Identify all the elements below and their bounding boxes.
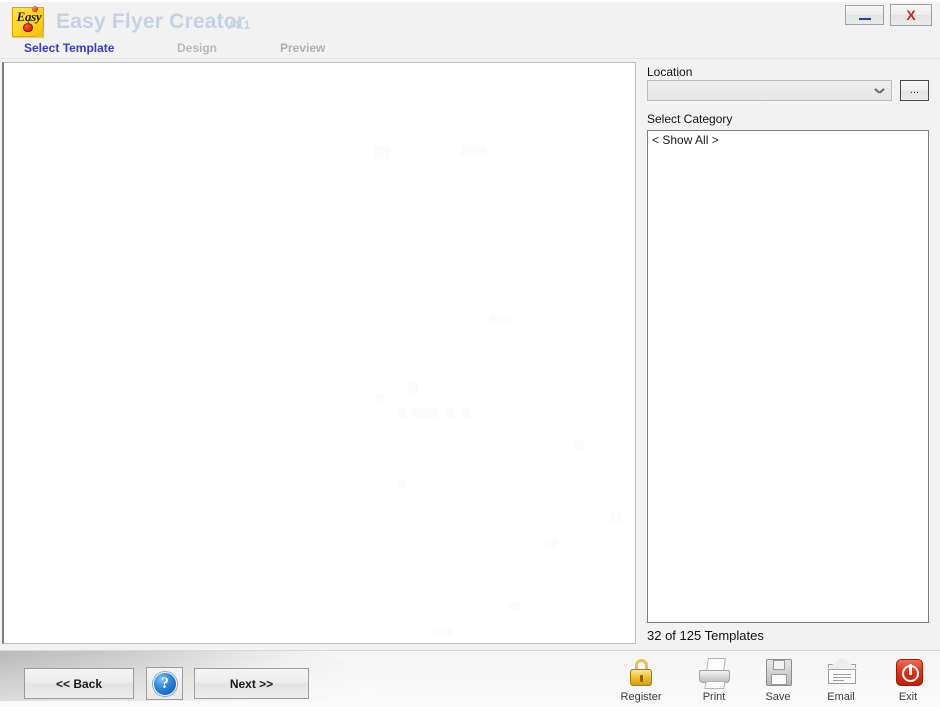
app-logo-icon: Easy [12,6,44,37]
template-thumbnail-artifact [375,394,384,403]
minimize-button[interactable] [845,5,884,25]
step-design[interactable]: Design [177,41,217,55]
envelope-icon [812,656,870,690]
next-button[interactable]: Next >> [194,668,309,699]
template-thumbnail-artifact [412,408,438,418]
title-bar-hairline [0,0,940,2]
print-button[interactable]: Print [685,656,743,704]
template-thumbnail-artifact [508,602,520,610]
template-gallery-panel[interactable] [2,62,636,644]
register-button[interactable]: Register [612,656,670,704]
minimize-icon [859,18,871,20]
title-bar: Easy Easy Flyer Creator V4.1 Select Temp… [0,0,940,59]
power-off-icon [879,656,937,690]
close-icon: X [906,7,916,23]
logo-pin-icon [32,6,38,12]
location-label: Location [647,65,693,79]
register-label: Register [620,691,662,703]
floppy-label-area [771,674,787,685]
template-gallery-surface [4,63,635,643]
template-thumbnail-artifact [431,628,451,636]
app-title: Easy Flyer Creator [56,10,246,33]
chevron-down-icon [875,88,884,93]
list-item[interactable]: < Show All > [648,131,928,149]
template-thumbnail-artifact [408,382,419,393]
application-window: Easy Easy Flyer Creator V4.1 Select Temp… [0,0,940,707]
exit-label: Exit [898,691,918,703]
floppy-shutter [773,660,785,670]
logo-word: Easy [16,9,42,24]
printer-output [704,681,726,689]
app-version: V4.1 [225,18,251,32]
template-thumbnail-artifact [462,408,471,418]
template-thumbnail-artifact [461,145,487,156]
envelope-flap [827,657,857,669]
print-label: Print [702,691,726,703]
envelope-line [833,680,844,681]
padlock-icon [612,656,670,690]
floppy-disk-icon [749,656,807,690]
printer-icon [685,656,743,690]
browse-location-button[interactable]: ... [900,80,929,101]
email-label: Email [827,691,855,703]
step-preview[interactable]: Preview [280,41,325,55]
template-thumbnail-artifact [544,539,558,548]
select-category-label: Select Category [647,112,733,126]
email-button[interactable]: Email [812,656,870,704]
save-label: Save [765,691,791,703]
exit-button[interactable]: Exit [879,656,937,704]
help-button[interactable]: ? [146,667,183,700]
template-thumbnail-artifact [611,513,621,522]
template-thumbnail-artifact [398,480,407,489]
envelope-line [833,677,851,678]
template-count-status: 32 of 125 Templates [647,628,764,643]
location-combobox[interactable] [647,80,892,101]
template-thumbnail-artifact [374,146,390,159]
close-button[interactable]: X [890,4,932,26]
back-button[interactable]: << Back [24,668,134,699]
help-circle-icon: ? [153,672,177,696]
padlock-body [630,669,652,686]
step-select-template[interactable]: Select Template [24,41,114,55]
save-button[interactable]: Save [749,656,807,704]
power-button-tile [896,659,923,686]
template-thumbnail-artifact [490,315,512,323]
template-thumbnail-artifact [446,408,455,418]
category-listbox[interactable]: < Show All > [647,130,929,623]
logo-bug-icon [23,23,33,32]
wizard-steps: Select Template Design Preview [0,41,640,58]
template-thumbnail-artifact [398,408,407,418]
power-bar [909,664,912,675]
template-thumbnail-artifact [574,440,584,450]
envelope-line [833,674,851,675]
